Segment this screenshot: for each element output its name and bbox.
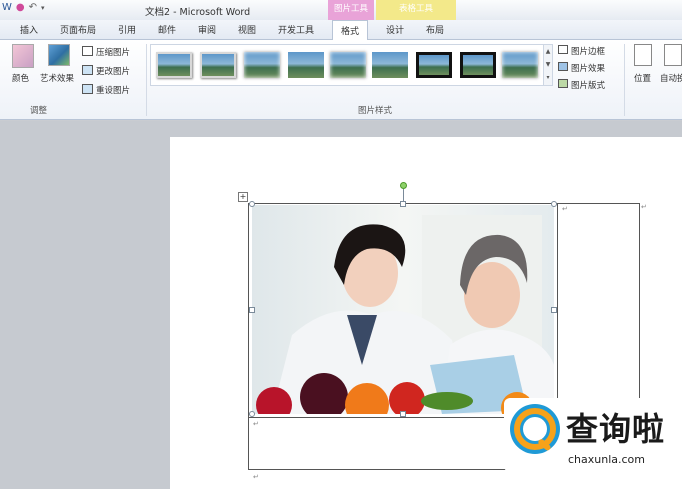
word-icon[interactable]: W (2, 2, 12, 13)
wrap-text-button[interactable]: 自动换 (660, 72, 682, 84)
title-bar: W ● ↶ ▾ 文档2 - Microsoft Word 图片工具 表格工具 (0, 0, 682, 20)
undo-icon[interactable]: ↶ (29, 2, 37, 13)
tab-design[interactable]: 设计 (386, 23, 404, 36)
paragraph-mark: ↵ (253, 420, 259, 428)
resize-handle[interactable] (551, 307, 557, 313)
picture-style-thumb[interactable] (200, 52, 236, 78)
tab-mailings[interactable]: 邮件 (158, 23, 176, 36)
picture-style-thumb[interactable] (244, 52, 280, 78)
resize-handle[interactable] (249, 411, 255, 417)
tab-format[interactable]: 格式 (332, 20, 369, 41)
reset-picture-button[interactable]: 重设图片 (96, 84, 130, 96)
picture-effects-button[interactable]: 图片效果 (571, 62, 605, 74)
quick-access-toolbar: W ● ↶ ▾ (2, 2, 45, 13)
watermark-text: 查询啦 (566, 410, 666, 448)
art-effects-button[interactable]: 艺术效果 (40, 72, 74, 84)
wrap-text-icon[interactable] (664, 44, 682, 66)
picture-style-thumb[interactable] (372, 52, 408, 78)
compress-button[interactable]: 压缩图片 (96, 46, 130, 58)
tab-layout[interactable]: 布局 (426, 23, 444, 36)
picture-style-thumb[interactable] (416, 52, 452, 78)
picture-layout-button[interactable]: 图片版式 (571, 79, 605, 91)
position-icon[interactable] (634, 44, 652, 66)
color-button[interactable]: 颜色 (12, 72, 29, 84)
watermark: 查询啦 chaxunla.com (504, 398, 682, 472)
position-button[interactable]: 位置 (634, 72, 651, 84)
rotate-handle[interactable] (400, 182, 407, 189)
picture-style-thumb[interactable] (460, 52, 496, 78)
art-effects-icon[interactable] (48, 44, 70, 66)
tab-review[interactable]: 审阅 (198, 23, 216, 36)
separator (624, 44, 625, 116)
tab-insert[interactable]: 插入 (20, 23, 38, 36)
color-palette-icon[interactable] (12, 44, 34, 68)
table-tools-label: 表格工具 (376, 0, 456, 20)
resize-handle[interactable] (249, 201, 255, 207)
magnifier-logo-icon (510, 404, 560, 454)
picture-style-thumb[interactable] (288, 52, 324, 78)
paragraph-mark: ↵ (641, 203, 647, 211)
resize-handle[interactable] (400, 201, 406, 207)
dropdown-icon[interactable]: ▾ (41, 4, 45, 12)
picture-border-icon[interactable] (558, 45, 568, 54)
compress-icon[interactable] (82, 46, 93, 56)
tab-view[interactable]: 视图 (238, 23, 256, 36)
color-icon[interactable]: ● (16, 2, 25, 13)
change-picture-icon[interactable] (82, 65, 93, 75)
gallery-scroll-buttons[interactable]: ▲ ▼ ▾ (543, 44, 553, 86)
styles-group-label: 图片样式 (358, 106, 393, 116)
table-move-handle-icon[interactable]: + (238, 192, 248, 202)
picture-style-thumb[interactable] (502, 52, 538, 78)
picture-layout-icon[interactable] (558, 79, 568, 88)
tab-page-layout[interactable]: 页面布局 (60, 23, 96, 36)
paragraph-mark: ↵ (562, 205, 568, 213)
picture-tools-label: 图片工具 (328, 0, 374, 20)
reset-picture-icon[interactable] (82, 84, 93, 94)
watermark-url: chaxunla.com (568, 453, 645, 466)
adjust-group-label: 调整 (30, 106, 48, 116)
picture-style-thumb[interactable] (156, 52, 192, 78)
change-picture-button[interactable]: 更改图片 (96, 65, 130, 77)
resize-handle[interactable] (551, 201, 557, 207)
window-title: 文档2 - Microsoft Word (145, 7, 251, 18)
resize-handle[interactable] (400, 411, 406, 417)
picture-effects-icon[interactable] (558, 62, 568, 71)
selected-picture[interactable] (252, 205, 554, 414)
paragraph-mark: ↵ (253, 473, 259, 481)
resize-handle[interactable] (249, 307, 255, 313)
table-column-divider (557, 203, 558, 417)
tab-references[interactable]: 引用 (118, 23, 136, 36)
picture-style-thumb[interactable] (330, 52, 366, 78)
separator (146, 44, 147, 116)
ribbon-format: 颜色 艺术效果 压缩图片 更改图片 重设图片 调整 ▲ ▼ ▾ 图片边框 图片效果 … (0, 40, 682, 120)
doctors-photo (252, 205, 554, 414)
tab-developer[interactable]: 开发工具 (278, 23, 314, 36)
picture-border-button[interactable]: 图片边框 (571, 45, 605, 57)
ribbon-tabs: 插入 页面布局 引用 邮件 审阅 视图 开发工具 格式 设计 布局 (0, 20, 682, 60)
